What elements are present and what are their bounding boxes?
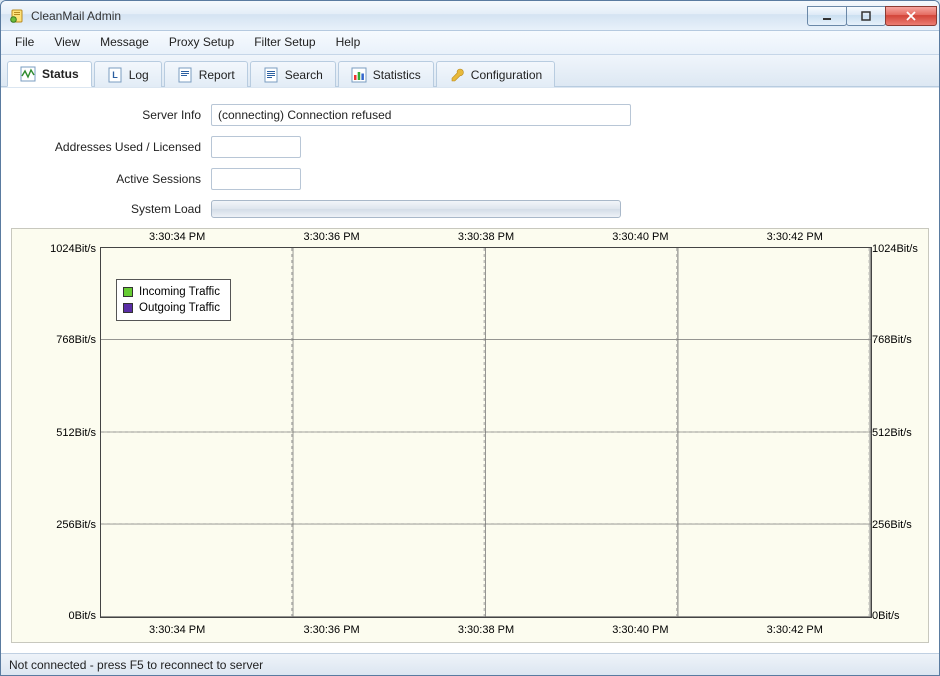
- y-tick-0-right: 0Bit/s: [872, 610, 924, 622]
- legend-outgoing-swatch: [123, 303, 133, 313]
- y-tick-4-left: 1024Bit/s: [16, 243, 96, 255]
- menu-file[interactable]: File: [5, 31, 44, 54]
- tab-search[interactable]: Search: [250, 61, 336, 87]
- x-tick-0-top: 3:30:34 PM: [149, 231, 205, 243]
- log-icon: L: [107, 67, 123, 83]
- chart-legend: Incoming Traffic Outgoing Traffic: [116, 279, 231, 321]
- tab-log[interactable]: L Log: [94, 61, 162, 87]
- y-tick-2-left: 512Bit/s: [16, 427, 96, 439]
- menu-help[interactable]: Help: [326, 31, 371, 54]
- server-info-label: Server Info: [11, 108, 211, 122]
- status-bar: Not connected - press F5 to reconnect to…: [1, 653, 939, 675]
- tab-log-label: Log: [129, 68, 149, 82]
- tab-statistics[interactable]: Statistics: [338, 61, 434, 87]
- sessions-label: Active Sessions: [11, 172, 211, 186]
- status-form: Server Info (connecting) Connection refu…: [11, 104, 929, 228]
- legend-incoming-label: Incoming Traffic: [139, 284, 220, 300]
- y-tick-1-left: 256Bit/s: [16, 519, 96, 531]
- tab-configuration[interactable]: Configuration: [436, 61, 555, 87]
- addresses-field: [211, 136, 301, 158]
- y-tick-3-right: 768Bit/s: [872, 334, 924, 346]
- statistics-icon: [351, 67, 367, 83]
- report-icon: [177, 67, 193, 83]
- y-tick-2-right: 512Bit/s: [872, 427, 924, 439]
- x-tick-0-bot: 3:30:34 PM: [149, 624, 205, 636]
- menu-filter-setup[interactable]: Filter Setup: [244, 31, 325, 54]
- x-tick-4-bot: 3:30:42 PM: [767, 624, 823, 636]
- app-icon: [9, 8, 25, 24]
- tab-report[interactable]: Report: [164, 61, 248, 87]
- status-icon: [20, 66, 36, 82]
- x-tick-1-top: 3:30:36 PM: [303, 231, 359, 243]
- app-window: CleanMail Admin File View Message Proxy …: [0, 0, 940, 676]
- server-info-value: (connecting) Connection refused: [218, 108, 391, 122]
- addresses-label: Addresses Used / Licensed: [11, 140, 211, 154]
- content-area: Server Info (connecting) Connection refu…: [1, 87, 939, 653]
- legend-incoming-swatch: [123, 287, 133, 297]
- window-title: CleanMail Admin: [31, 9, 808, 23]
- tab-strip: Status L Log Report Search Statistics: [1, 55, 939, 87]
- window-controls: [808, 6, 937, 26]
- x-tick-2-bot: 3:30:38 PM: [458, 624, 514, 636]
- tab-status[interactable]: Status: [7, 61, 92, 87]
- tab-status-label: Status: [42, 67, 79, 81]
- system-load-bar: [211, 200, 621, 218]
- maximize-button[interactable]: [846, 6, 886, 26]
- wrench-icon: [449, 67, 465, 83]
- system-load-label: System Load: [11, 202, 211, 216]
- menu-proxy-setup[interactable]: Proxy Setup: [159, 31, 244, 54]
- x-tick-3-bot: 3:30:40 PM: [612, 624, 668, 636]
- y-tick-4-right: 1024Bit/s: [872, 243, 924, 255]
- sessions-field: [211, 168, 301, 190]
- menu-message[interactable]: Message: [90, 31, 159, 54]
- close-button[interactable]: [885, 6, 937, 26]
- title-bar: CleanMail Admin: [1, 1, 939, 31]
- y-tick-3-left: 768Bit/s: [16, 334, 96, 346]
- tab-report-label: Report: [199, 68, 235, 82]
- search-icon: [263, 67, 279, 83]
- svg-text:L: L: [112, 70, 118, 80]
- y-tick-0-left: 0Bit/s: [16, 610, 96, 622]
- menu-bar: File View Message Proxy Setup Filter Set…: [1, 31, 939, 55]
- y-tick-1-right: 256Bit/s: [872, 519, 924, 531]
- minimize-button[interactable]: [807, 6, 847, 26]
- server-info-field: (connecting) Connection refused: [211, 104, 631, 126]
- tab-statistics-label: Statistics: [373, 68, 421, 82]
- legend-outgoing-label: Outgoing Traffic: [139, 300, 220, 316]
- x-tick-4-top: 3:30:42 PM: [767, 231, 823, 243]
- menu-view[interactable]: View: [44, 31, 90, 54]
- x-tick-2-top: 3:30:38 PM: [458, 231, 514, 243]
- tab-search-label: Search: [285, 68, 323, 82]
- x-tick-1-bot: 3:30:36 PM: [303, 624, 359, 636]
- x-tick-3-top: 3:30:40 PM: [612, 231, 668, 243]
- traffic-chart: 1024Bit/s 768Bit/s 512Bit/s 256Bit/s 0Bi…: [11, 228, 929, 643]
- tab-configuration-label: Configuration: [471, 68, 542, 82]
- status-bar-text: Not connected - press F5 to reconnect to…: [9, 658, 263, 672]
